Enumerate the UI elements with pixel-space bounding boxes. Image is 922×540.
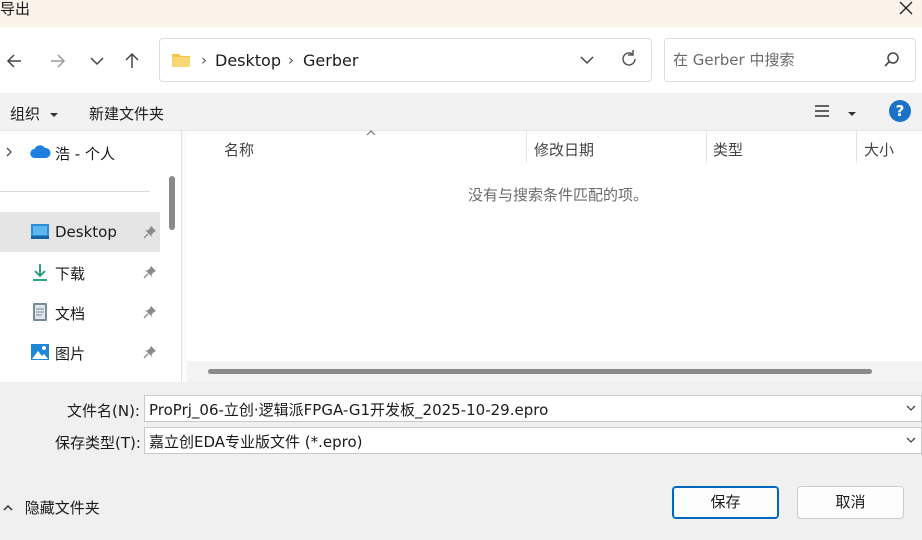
chevron-up-icon — [3, 504, 13, 511]
search-icon[interactable] — [881, 50, 901, 74]
address-bar[interactable]: › Desktop › Gerber — [159, 38, 652, 82]
save-button[interactable]: 保存 — [672, 486, 779, 519]
title-bar: 导出 — [0, 0, 922, 27]
empty-message: 没有与搜索条件匹配的项。 — [468, 186, 649, 204]
breadcrumb-desktop[interactable]: Desktop — [215, 51, 281, 70]
desktop-icon — [30, 222, 50, 242]
breadcrumb-separator-icon: › — [288, 51, 294, 69]
window-title: 导出 — [0, 0, 31, 18]
close-icon[interactable] — [896, 0, 916, 20]
filetype-select[interactable]: 嘉立创EDA专业版文件 (*.epro) — [144, 427, 922, 454]
hide-folders-toggle[interactable]: 隐藏文件夹 — [2, 497, 100, 518]
search-box[interactable] — [664, 38, 916, 82]
chevron-down-icon — [848, 112, 857, 116]
pane-divider — [181, 131, 182, 382]
column-header-size[interactable]: 大小 — [864, 139, 894, 160]
column-divider[interactable] — [526, 131, 527, 163]
up-icon[interactable] — [120, 49, 144, 73]
filename-label: 文件名(N): — [67, 402, 140, 420]
sidebar-item-downloads[interactable]: 下载 — [0, 252, 160, 292]
column-header-type[interactable]: 类型 — [713, 139, 743, 160]
scrollbar-thumb[interactable] — [208, 369, 872, 374]
column-divider[interactable] — [706, 131, 707, 163]
recent-locations-chevron-icon[interactable] — [85, 49, 109, 73]
breadcrumb-gerber[interactable]: Gerber — [303, 51, 358, 70]
organize-button[interactable]: 组织 — [10, 103, 59, 124]
sort-ascending-icon — [366, 130, 376, 136]
horizontal-scrollbar[interactable] — [187, 361, 922, 382]
filename-value[interactable]: ProPrj_06-立创·逻辑派FPGA-G1开发板_2025-10-29.ep… — [149, 399, 548, 420]
back-icon[interactable] — [3, 49, 27, 73]
pin-icon[interactable] — [143, 265, 157, 283]
pin-icon[interactable] — [143, 345, 157, 363]
sidebar-item-label: 图片 — [55, 345, 86, 363]
folder-icon — [171, 52, 191, 72]
pin-icon[interactable] — [143, 305, 157, 323]
chevron-down-icon[interactable] — [905, 403, 917, 413]
list-view-icon — [815, 105, 829, 117]
view-options-button[interactable] — [813, 104, 857, 122]
command-bar: 组织 新建文件夹 ? — [0, 93, 922, 131]
pictures-icon — [30, 342, 50, 362]
expand-chevron-icon[interactable] — [4, 146, 14, 158]
address-dropdown-icon[interactable] — [578, 49, 596, 75]
dialog-footer: 隐藏文件夹 保存 取消 — [0, 464, 922, 540]
search-input[interactable] — [673, 49, 873, 71]
sidebar-divider — [0, 191, 150, 192]
pin-icon[interactable] — [143, 225, 157, 243]
column-header-name[interactable]: 名称 — [224, 139, 254, 160]
file-list: 名称 修改日期 类型 大小 没有与搜索条件匹配的项。 — [187, 130, 922, 382]
hide-folders-label: 隐藏文件夹 — [24, 499, 100, 517]
column-divider[interactable] — [856, 131, 857, 163]
filetype-label: 保存类型(T): — [55, 434, 141, 452]
sidebar-item-desktop[interactable]: Desktop — [0, 212, 160, 252]
new-folder-button[interactable]: 新建文件夹 — [89, 103, 164, 124]
help-icon[interactable]: ? — [889, 100, 911, 122]
filename-field[interactable]: ProPrj_06-立创·逻辑派FPGA-G1开发板_2025-10-29.ep… — [144, 395, 922, 422]
navigation-bar: › Desktop › Gerber — [0, 27, 922, 93]
chevron-down-icon — [49, 113, 58, 117]
navigation-pane: 浩 - 个人 Desktop 下载 文档 图片 — [0, 131, 182, 382]
filetype-value: 嘉立创EDA专业版文件 (*.epro) — [149, 433, 363, 451]
cloud-icon — [30, 145, 51, 159]
sidebar-item-label: 文档 — [55, 305, 86, 323]
cancel-button[interactable]: 取消 — [797, 486, 904, 519]
sidebar-item-label: 浩 - 个人 — [55, 145, 115, 163]
sidebar-scrollbar[interactable] — [169, 176, 175, 230]
download-icon — [30, 262, 50, 282]
sidebar-item-pictures[interactable]: 图片 — [0, 332, 160, 372]
sidebar-item-documents[interactable]: 文档 — [0, 292, 160, 332]
sidebar-item-label: Desktop — [55, 223, 117, 241]
refresh-icon[interactable] — [618, 48, 640, 74]
column-header-date[interactable]: 修改日期 — [534, 139, 594, 160]
save-form: 文件名(N): ProPrj_06-立创·逻辑派FPGA-G1开发板_2025-… — [0, 382, 922, 464]
document-icon — [30, 302, 50, 322]
organize-label: 组织 — [10, 105, 41, 123]
chevron-down-icon[interactable] — [905, 435, 917, 445]
sidebar-item-label: 下载 — [55, 265, 86, 283]
forward-icon[interactable] — [46, 49, 70, 73]
breadcrumb-separator-icon: › — [201, 51, 207, 69]
sidebar-item-onedrive[interactable]: 浩 - 个人 — [0, 139, 160, 165]
